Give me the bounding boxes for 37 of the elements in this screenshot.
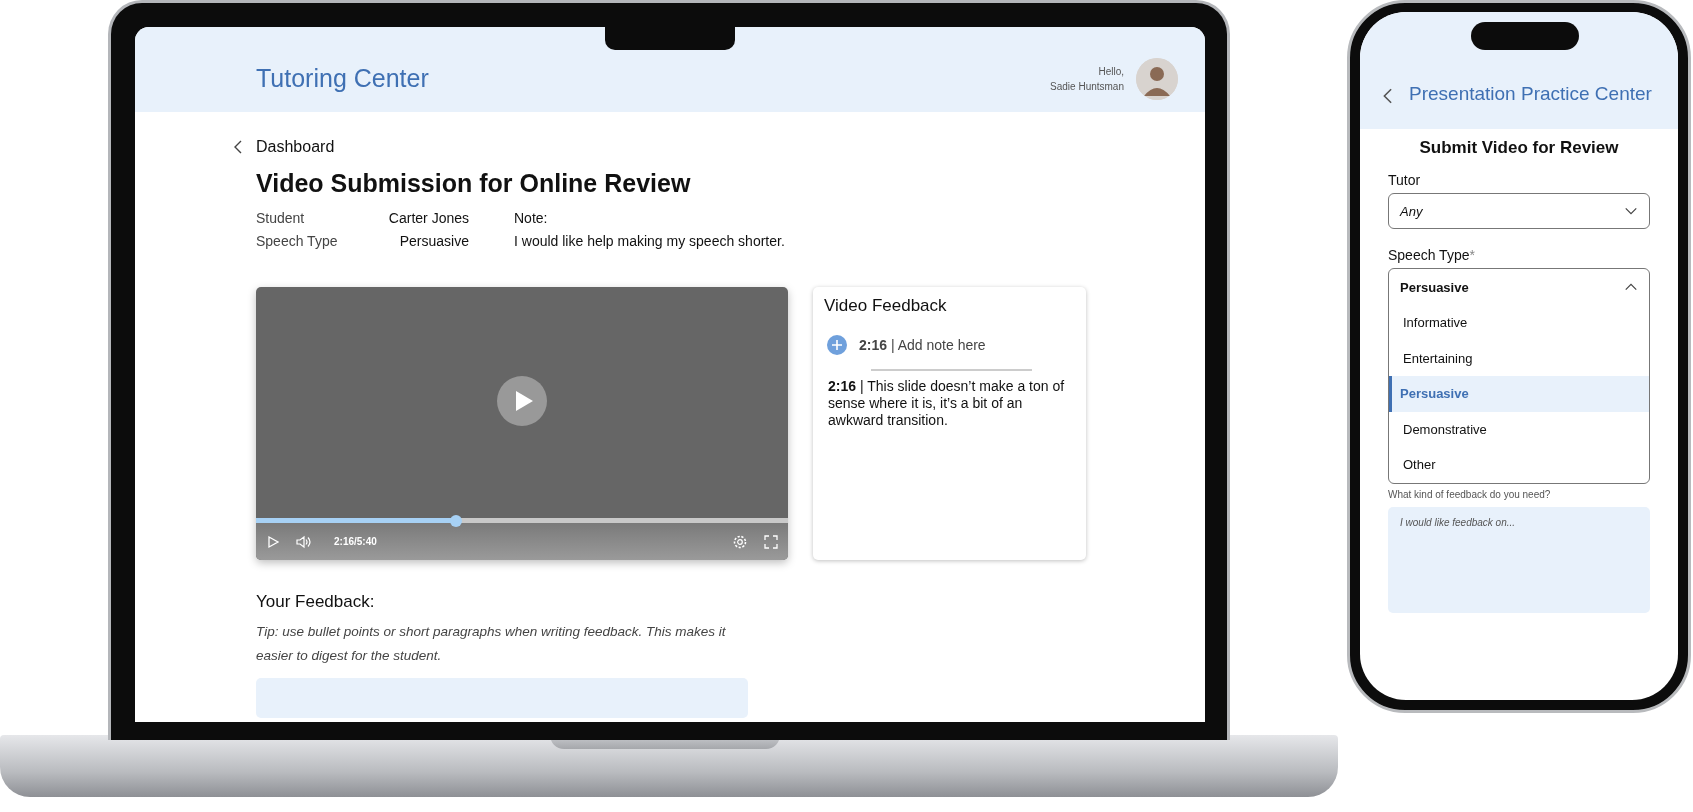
play-icon[interactable] <box>497 376 547 426</box>
dropdown-option[interactable]: Entertaining <box>1389 340 1649 376</box>
volume-icon[interactable] <box>296 534 312 549</box>
app-title: Tutoring Center <box>256 64 430 93</box>
field-value: Persuasive <box>398 233 469 249</box>
dropdown-option[interactable]: Other <box>1389 447 1649 483</box>
form-title: Submit Video for Review <box>1418 138 1620 158</box>
tip-text: Tip: use bullet points or short paragraphs when writing feedback. This makes it easier to digest for the student. <box>256 623 727 665</box>
field-label: Student <box>256 210 306 226</box>
field-label: What kind of feedback do you need? <box>1388 488 1552 500</box>
app-title: Presentation Practice Center <box>1409 83 1652 105</box>
note-text: I would like help making my speech shorter. <box>514 233 785 249</box>
page-title: Video Submission for Online Review <box>256 169 692 198</box>
speech-type-dropdown[interactable]: Persuasive Informative Entertaining Persuasive Demonstrative Other <box>1388 268 1650 484</box>
dropdown-option[interactable]: Persuasive <box>1389 376 1649 412</box>
user-greeting: Hello, Sadie Huntsman <box>1050 64 1124 94</box>
field-label: Tutor <box>1388 172 1422 188</box>
avatar[interactable] <box>1136 57 1178 100</box>
play-icon[interactable] <box>266 534 280 549</box>
card-title: Video Feedback <box>824 296 948 316</box>
feedback-note: 2:16 | This slide doesn’t make a ton of sense where it is, it’s a bit of an awkward transition. <box>828 378 1066 429</box>
feedback-textarea[interactable]: I would like feedback on... <box>1388 506 1650 613</box>
field-label: Speech Type <box>256 233 339 249</box>
back-link[interactable]: Dashboard <box>256 138 335 156</box>
field-value: Carter Jones <box>387 210 469 226</box>
fullscreen-icon[interactable] <box>764 534 778 549</box>
section-heading: Your Feedback: <box>256 592 376 612</box>
note-label: Note: <box>514 210 549 226</box>
settings-icon[interactable] <box>732 533 748 550</box>
tutor-dropdown[interactable]: Any <box>1388 193 1650 229</box>
add-note-field[interactable]: 2:16 | Add note here <box>859 337 986 353</box>
time-display: 2:16/5:40 <box>334 536 378 547</box>
field-label: Speech Type* <box>1388 247 1476 263</box>
dropdown-option[interactable]: Demonstrative <box>1389 411 1649 447</box>
progress-handle[interactable] <box>450 514 463 527</box>
dropdown-option[interactable]: Informative <box>1389 305 1649 341</box>
add-icon[interactable] <box>827 335 847 355</box>
